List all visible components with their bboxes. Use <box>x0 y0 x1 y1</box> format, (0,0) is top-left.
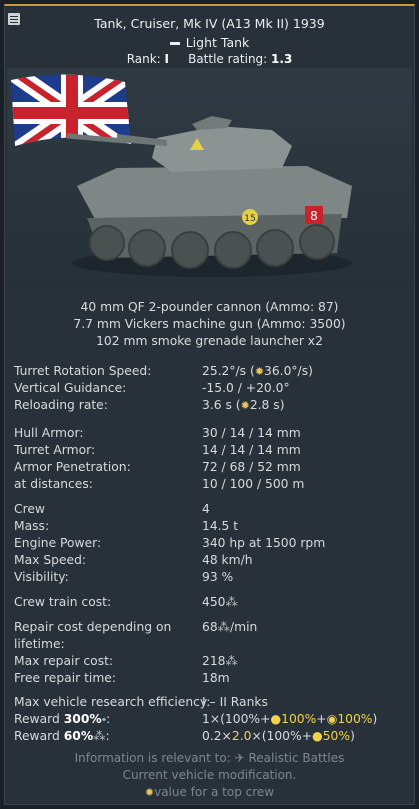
plane-icon: ✈ <box>234 751 245 765</box>
vehicle-type: Light Tank <box>5 35 414 50</box>
stat-max-speed: Max Speed: 48 km/h <box>14 553 253 567</box>
stat-turret-armor: Turret Armor: 14 / 14 / 14 mm <box>14 443 301 457</box>
light-tank-icon <box>169 42 180 45</box>
weapon-cannon: 40 mm QF 2-pounder cannon (Ammo: 87) <box>80 300 339 314</box>
talisman-icon: ◉ <box>326 712 338 726</box>
footer-relevance: Information is relevant to: ✈ Realistic … <box>74 751 345 765</box>
weapon-machine-gun: 7.7 mm Vickers machine gun (Ammo: 3500) <box>73 317 346 331</box>
vehicle-info-card: Tank, Cruiser, Mk IV (A13 Mk II) 1939 Li… <box>4 4 415 805</box>
footer-modification: Current vehicle modification. <box>122 768 297 782</box>
stat-repair-cost: Repair cost depending on lifetime: 68⁂/m… <box>14 620 258 651</box>
silver-lions-icon: ⁂ <box>93 729 106 743</box>
top-crew-icon: ✹ <box>254 365 265 378</box>
stat-crew-train-cost: Crew train cost: 450⁂ <box>14 595 238 609</box>
top-crew-icon: ✹ <box>240 399 250 412</box>
stat-mass: Mass: 14.5 t <box>14 519 239 533</box>
battle-rating-value: 1.3 <box>271 52 293 66</box>
stat-research-efficiency: Max vehicle research efficiency: I – II … <box>14 695 268 709</box>
silver-lions-icon: ⁂ <box>217 620 230 634</box>
silver-lions-icon: ⁂ <box>225 595 238 609</box>
weapons-list: 40 mm QF 2-pounder cannon (Ammo: 87) 7.7… <box>5 299 414 350</box>
svg-text:8: 8 <box>310 209 318 223</box>
rank-line: Rank: I Battle rating: 1.3 <box>5 52 414 66</box>
stat-reward-sl: Reward 60%⁂: 0.2×2.0×(100%+●50%) <box>14 729 355 743</box>
premium-account-icon: ● <box>312 729 323 743</box>
vehicle-type-label: Light Tank <box>185 35 250 50</box>
battle-rating-label: Battle rating: <box>188 52 268 66</box>
stat-reward-rp: Reward 300%⬩: 1×(100%+●100%+◉100%) <box>14 712 378 726</box>
top-crew-icon: ✹ <box>144 786 155 799</box>
stat-armor-penetration: Armor Penetration: 72 / 68 / 52 mm <box>14 460 301 474</box>
stat-turret-rotation: Turret Rotation Speed: 25.2°/s (✹36.0°/s… <box>14 364 313 378</box>
vehicle-image: 15 8 <box>7 68 412 293</box>
stat-crew: Crew 4 <box>14 502 210 516</box>
stat-distances: at distances: 10 / 100 / 500 m <box>14 477 305 491</box>
rank-value: I <box>164 52 170 66</box>
rank-label: Rank: <box>126 52 161 66</box>
stat-engine-power: Engine Power: 340 hp at 1500 rpm <box>14 536 326 550</box>
weapon-smoke-launcher: 102 mm smoke grenade launcher x2 <box>96 334 323 348</box>
svg-text:15: 15 <box>244 214 255 224</box>
stat-reloading: Reloading rate: 3.6 s (✹2.8 s) <box>14 398 285 412</box>
stat-visibility: Visibility: 93 % <box>14 570 234 584</box>
stat-free-repair-time: Free repair time: 18m <box>14 671 230 685</box>
vehicle-title: Tank, Cruiser, Mk IV (A13 Mk II) 1939 <box>94 16 325 31</box>
premium-account-icon: ● <box>270 712 282 726</box>
stat-max-repair-cost: Max repair cost: 218⁂ <box>14 654 238 668</box>
stat-vertical-guidance: Vertical Guidance: -15.0 / +20.0° <box>14 381 290 395</box>
stat-hull-armor: Hull Armor: 30 / 14 / 14 mm <box>14 426 301 440</box>
footer-top-crew: ✹value for a top crew <box>144 785 275 799</box>
silver-lions-icon: ⁂ <box>225 654 238 668</box>
